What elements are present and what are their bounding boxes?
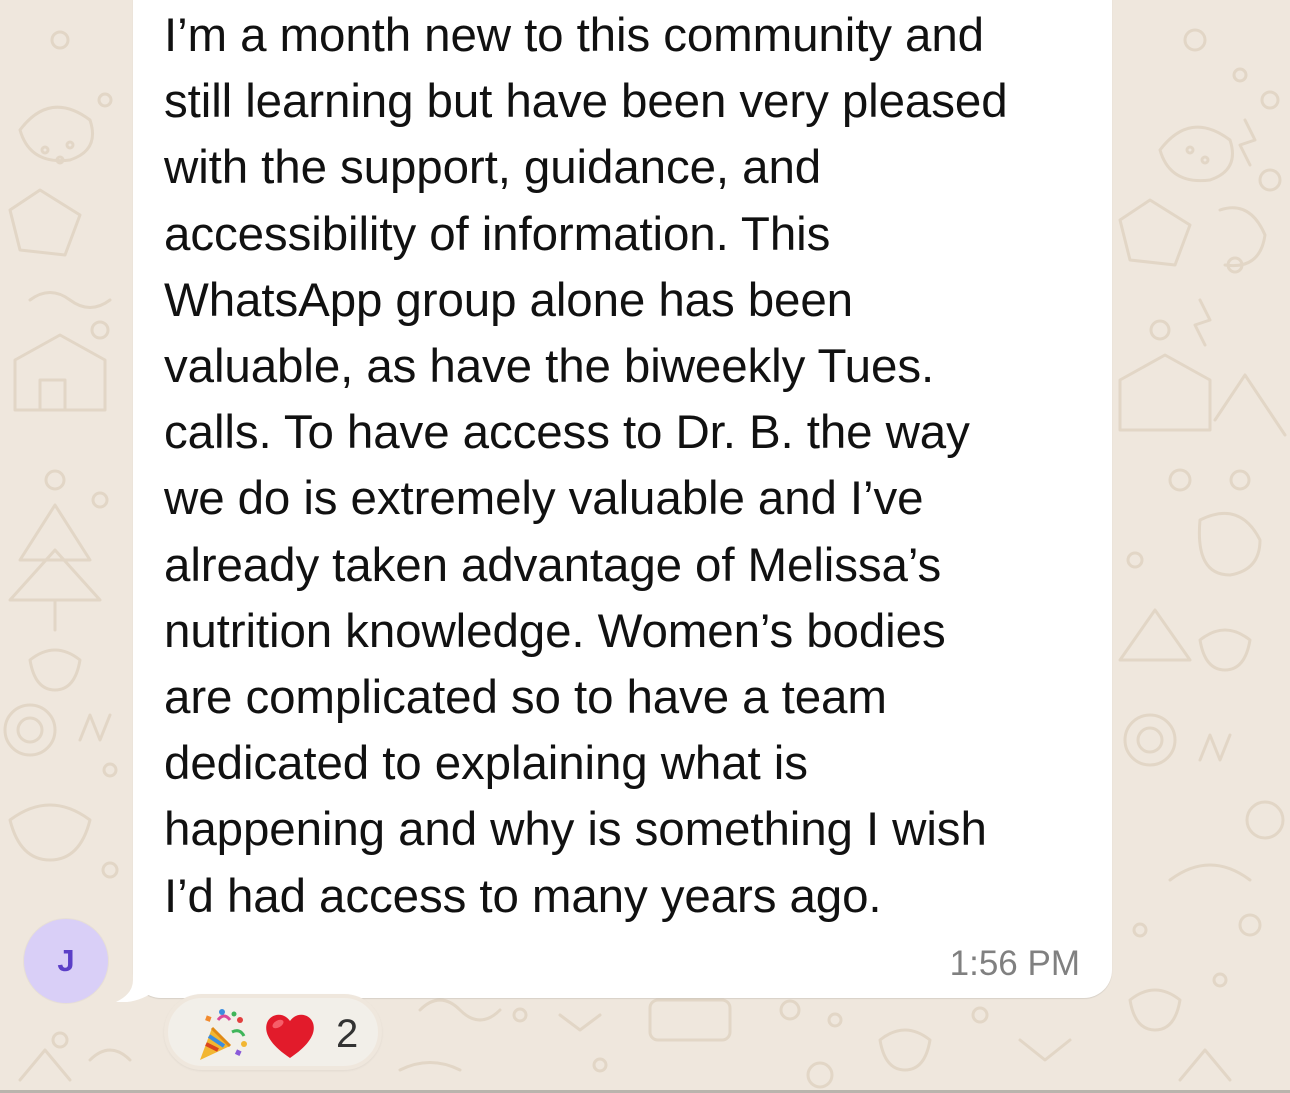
bubble-tail xyxy=(116,958,156,1002)
reaction-count: 2 xyxy=(336,1012,359,1056)
reactions-pill[interactable]: 2 xyxy=(164,994,382,1070)
sender-avatar[interactable]: J xyxy=(24,919,108,1003)
party-popper-icon xyxy=(200,1009,247,1060)
red-heart-icon xyxy=(266,1014,314,1058)
message-text: I’m a month new to this community and st… xyxy=(164,9,1008,923)
message-timestamp: 1:56 PM xyxy=(949,944,1080,983)
